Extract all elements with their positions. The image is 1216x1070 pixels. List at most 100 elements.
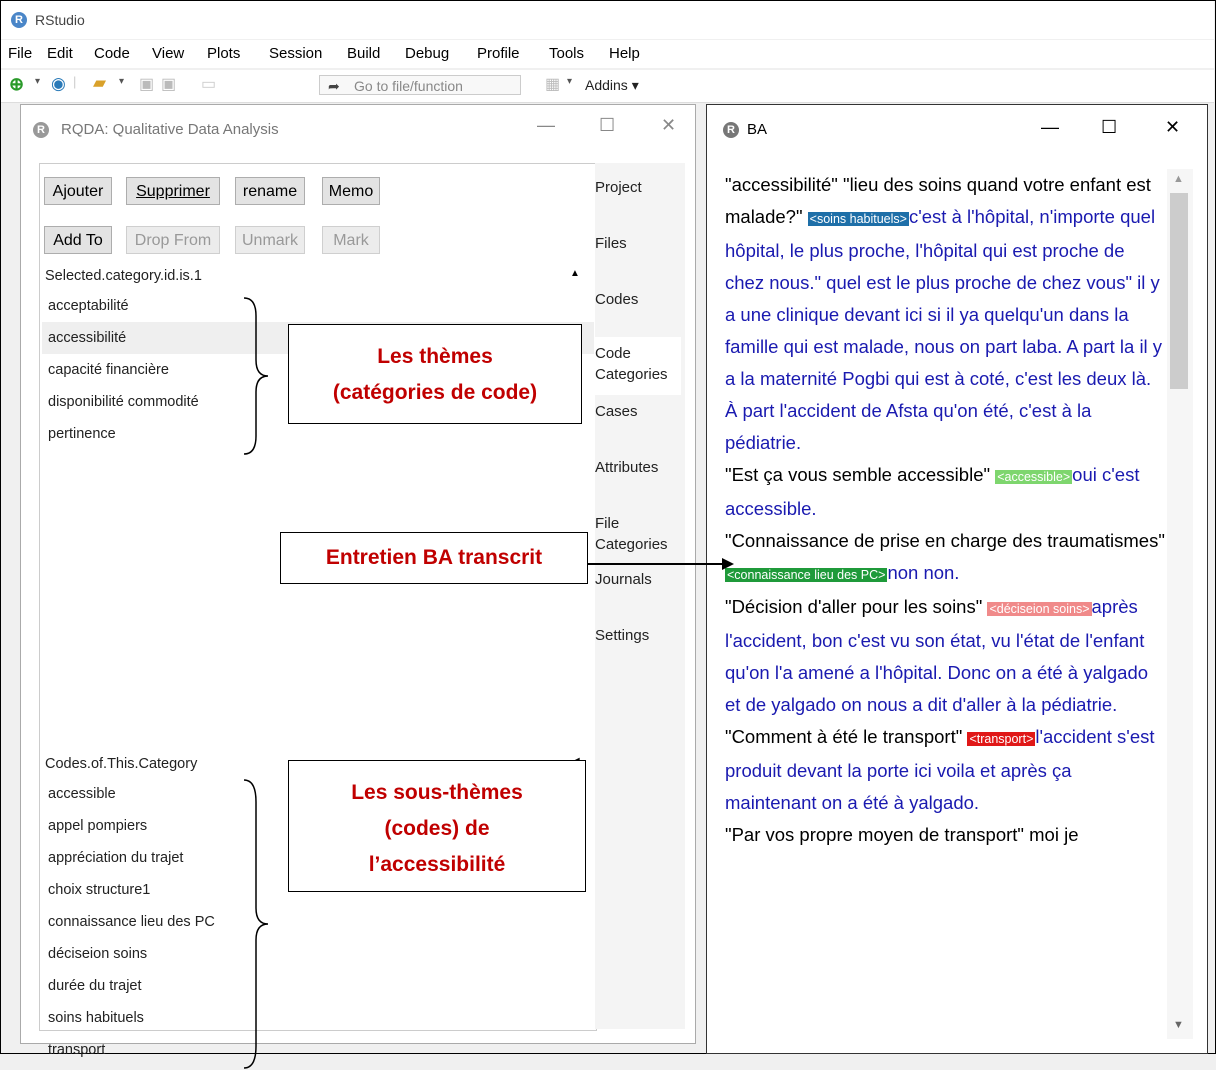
menu-help[interactable]: Help [609,45,640,62]
brace-codes [243,779,269,1069]
minimize-icon[interactable]: — [537,115,555,136]
transcript-segment: "accessibilité" "lieu des soins quand vo… [725,169,1165,459]
toolbar: ⊕ ▾ ◉ | ▰ ▾ ▣ ▣ ▭ ➦ Go to file/function … [1,70,1214,103]
save-icon[interactable]: ▣ [139,74,154,94]
code-tag[interactable]: <transport> [967,732,1036,746]
close-icon[interactable]: ✕ [1165,117,1180,138]
ba-document-window: R BA — ☐ ✕ "accessibilité" "lieu des soi… [706,104,1208,1054]
transcript-text[interactable]: "accessibilité" "lieu des soins quand vo… [725,169,1165,851]
code-tag[interactable]: <soins habituels> [807,212,909,226]
add-to-button[interactable]: Add To [44,226,112,254]
go-to-file-input[interactable]: ➦ Go to file/function [319,75,521,95]
coded-answer: c'est à l'hôpital, n'importe quel hôpita… [725,206,1163,453]
annotation-subthemes-line1: Les sous-thèmes [351,781,523,804]
menu-session[interactable]: Session [269,45,322,62]
rqda-logo-icon: R [33,122,49,138]
addins-menu[interactable]: Addins ▾ [585,77,639,94]
go-to-file-placeholder: Go to file/function [354,78,463,94]
menu-tools[interactable]: Tools [549,45,584,62]
menu-profile[interactable]: Profile [477,45,520,62]
app-title: RStudio [35,12,85,28]
grid-layout-icon[interactable]: ▦ [545,74,560,94]
menu-file[interactable]: File [8,45,32,62]
drop-from-button[interactable]: Drop From [126,226,220,254]
annotation-themes: Les thèmes (catégories de code) [288,324,582,424]
menu-plots[interactable]: Plots [207,45,240,62]
supprimer-button[interactable]: Supprimer [126,177,220,205]
codes-list-header: Codes.of.This.Category [45,756,198,772]
code-item[interactable]: connaissance lieu des PC [42,906,594,938]
rename-button[interactable]: rename [235,177,305,205]
category-panel: Ajouter Supprimer rename Memo Add To Dro… [39,163,597,1069]
tab-project[interactable]: Project [595,177,683,198]
menu-view[interactable]: View [152,45,184,62]
brace-categories [243,297,269,455]
annotation-subthemes-line3: l’accessibilité [368,853,506,876]
menu-edit[interactable]: Edit [47,45,73,62]
sort-up-icon[interactable]: ▲ [570,268,580,279]
code-tag[interactable]: <connaissance lieu des PC> [725,568,888,582]
tab-attributes[interactable]: Attributes [595,457,683,478]
transcript-segment: "Comment à été le transport" <transport>… [725,721,1165,819]
maximize-icon[interactable]: ☐ [1101,117,1117,138]
menu-bar: File Edit Code View Plots Session Build … [1,40,1214,68]
rqda-side-tabs: Project Files Codes Code Categories Case… [595,163,685,1029]
open-folder-icon[interactable]: ▰ [93,73,106,93]
transcript-segment: "Décision d'aller pour les soins" <décis… [725,591,1165,721]
title-bar: R RStudio [1,1,1214,39]
code-tag[interactable]: <déciseion soins> [987,602,1092,616]
transcript-segment: "Par vos propre moyen de transport" moi … [725,819,1165,851]
minimize-icon[interactable]: — [1041,117,1059,138]
dropdown-arrow-icon[interactable]: ▾ [35,76,40,87]
interview-question: "Connaissance de prise en charge des tra… [725,530,1165,551]
tab-files[interactable]: Files [595,233,683,254]
interview-question: "Décision d'aller pour les soins" [725,596,988,617]
new-file-icon[interactable]: ⊕ [9,74,24,95]
code-item[interactable]: durée du trajet [42,970,594,1002]
scrollbar-thumb[interactable] [1170,193,1188,389]
code-item[interactable]: déciseion soins [42,938,594,970]
tab-codes[interactable]: Codes [595,289,683,310]
ajouter-button[interactable]: Ajouter [44,177,112,205]
scroll-down-icon[interactable]: ▼ [1173,1019,1184,1031]
menu-code[interactable]: Code [94,45,130,62]
print-icon[interactable]: ▭ [201,74,216,94]
annotation-themes-line1: Les thèmes [377,345,493,368]
unmark-button[interactable]: Unmark [235,226,305,254]
dropdown-arrow-icon[interactable]: ▾ [567,76,572,87]
category-list-header: Selected.category.id.is.1 [45,268,202,284]
transcript-segment: "Connaissance de prise en charge des tra… [725,525,1165,591]
interview-question: "Est ça vous semble accessible" [725,464,996,485]
save-all-icon[interactable]: ▣ [161,74,176,94]
close-icon[interactable]: ✕ [661,115,676,136]
transcript-segment: "Est ça vous semble accessible" <accessi… [725,459,1165,525]
coded-answer: non non. [887,562,960,583]
addins-label: Addins [585,77,628,93]
separator-icon: | [73,74,77,89]
rqda-logo-icon: R [723,122,739,138]
menu-build[interactable]: Build [347,45,380,62]
annotation-interview: Entretien BA transcrit [280,532,588,584]
mark-button[interactable]: Mark [322,226,380,254]
dropdown-arrow-icon[interactable]: ▾ [119,76,124,87]
memo-button[interactable]: Memo [322,177,380,205]
code-item[interactable]: transport [42,1034,594,1066]
code-item[interactable]: soins habituels [42,1002,594,1034]
menu-debug[interactable]: Debug [405,45,449,62]
tab-settings[interactable]: Settings [595,625,683,646]
annotation-subthemes: Les sous-thèmes (codes) de l’accessibili… [288,760,586,892]
interview-question: "Par vos propre moyen de transport" moi … [725,824,1079,845]
annotation-arrow [588,558,734,570]
annotation-themes-line2: (catégories de code) [332,381,538,404]
maximize-icon[interactable]: ☐ [599,115,615,136]
new-project-icon[interactable]: ◉ [51,74,66,94]
scroll-up-icon[interactable]: ▲ [1173,173,1184,185]
rqda-title-bar: R RQDA: Qualitative Data Analysis — ☐ ✕ [21,105,695,151]
category-item[interactable]: acceptabilité [42,290,594,322]
tab-cases[interactable]: Cases [595,401,683,422]
code-tag[interactable]: <accessible> [995,470,1073,484]
annotation-subthemes-line2: (codes) de [384,817,490,840]
tab-file-categories[interactable]: File Categories [595,513,675,555]
tab-code-categories[interactable]: Code Categories [595,337,681,395]
interview-question: "Comment à été le transport" [725,726,968,747]
